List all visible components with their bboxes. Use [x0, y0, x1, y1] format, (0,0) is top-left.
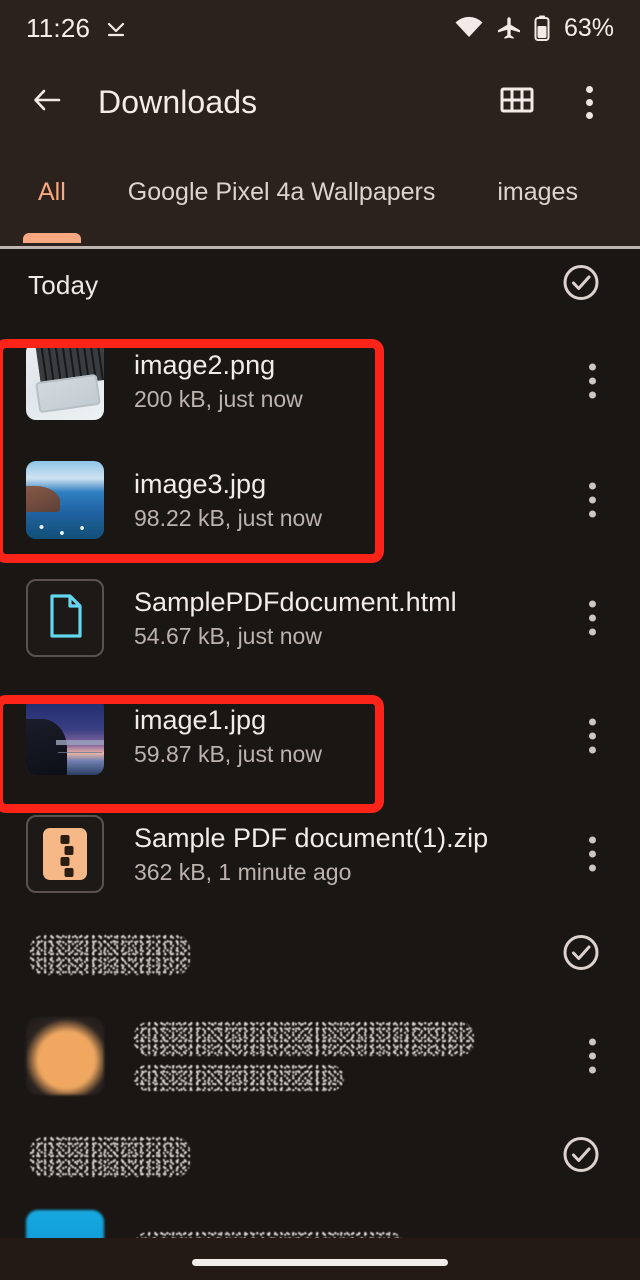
file-meta: Sample PDF document(1).zip 362 kB, 1 min…: [134, 823, 488, 885]
file-details: 59.87 kB, just now: [134, 740, 322, 767]
row-overflow-menu-icon[interactable]: [589, 363, 596, 399]
file-details: 362 kB, 1 minute ago: [134, 858, 352, 885]
row-overflow-menu-icon[interactable]: [589, 1038, 596, 1074]
select-all-check-icon[interactable]: [560, 1134, 602, 1181]
grid-view-button[interactable]: [494, 79, 540, 125]
file-details: 200 kB, just now: [134, 385, 303, 412]
file-name: image1.jpg: [134, 704, 267, 735]
tab-images-label: images: [497, 178, 578, 206]
obscured-file-thumbnail: [26, 1017, 104, 1095]
table-row[interactable]: image2.png 200 kB, just now: [0, 321, 640, 441]
obscured-file-details: [134, 1064, 344, 1091]
row-overflow-menu-icon[interactable]: [589, 482, 596, 518]
phone-screen: 11:26 63% Downloads All Google Pixel 4a …: [0, 0, 640, 1280]
table-row[interactable]: Sample PDF document(1).zip 362 kB, 1 min…: [0, 795, 640, 913]
section-title: Today: [28, 269, 99, 300]
section-header-obscured-1: [0, 913, 640, 997]
file-thumbnail-zip: [26, 815, 104, 893]
table-row[interactable]: SamplePDFdocument.html 54.67 kB, just no…: [0, 559, 640, 677]
tab-google-pixel-4a-wallpapers[interactable]: Google Pixel 4a Wallpapers: [128, 172, 436, 207]
download-check-icon: [104, 16, 128, 40]
tab-all[interactable]: All: [22, 172, 81, 243]
file-details: 98.22 kB, just now: [134, 504, 322, 531]
battery-icon: [534, 15, 550, 41]
table-row[interactable]: image1.jpg 59.87 kB, just now: [0, 677, 640, 795]
file-thumbnail-image2: [26, 342, 104, 420]
file-meta: SamplePDFdocument.html 54.67 kB, just no…: [134, 587, 457, 649]
file-meta: image2.png 200 kB, just now: [134, 350, 303, 412]
back-button[interactable]: [22, 77, 72, 127]
tab-all-label: All: [38, 178, 66, 206]
app-bar: Downloads: [0, 58, 640, 146]
battery-percent-label: 63%: [563, 13, 614, 42]
obscured-section-title-2: [30, 1137, 190, 1177]
file-details: 54.67 kB, just now: [134, 622, 322, 649]
grid-view-icon: [500, 85, 534, 120]
obscured-file-meta: [134, 1021, 474, 1091]
overflow-menu-button[interactable]: [566, 79, 612, 125]
top-chrome: 11:26 63% Downloads All Google Pixel 4a …: [0, 0, 640, 249]
status-bar-left: 11:26: [26, 13, 128, 44]
select-all-check-icon[interactable]: [560, 932, 602, 979]
row-overflow-menu-icon[interactable]: [589, 836, 596, 872]
navigation-bar: [0, 1238, 640, 1280]
file-name: Sample PDF document(1).zip: [134, 822, 489, 853]
file-meta: image3.jpg 98.22 kB, just now: [134, 469, 322, 531]
file-name: image3.jpg: [134, 468, 267, 499]
file-name: image2.png: [134, 349, 276, 380]
status-bar-clock: 11:26: [26, 12, 91, 43]
page-title: Downloads: [98, 83, 258, 120]
select-all-check-icon[interactable]: [560, 262, 602, 309]
tab-google-pixel-4a-wallpapers-label: Google Pixel 4a Wallpapers: [127, 178, 436, 206]
obscured-section-title: [30, 935, 190, 975]
status-bar: 11:26 63%: [0, 0, 640, 56]
wifi-icon: [454, 16, 484, 40]
back-arrow-icon: [29, 82, 65, 123]
more-vertical-icon: [585, 85, 593, 119]
folder-tabs[interactable]: All Google Pixel 4a Wallpapers images Sa…: [0, 172, 640, 248]
file-name: SamplePDFdocument.html: [134, 586, 457, 617]
file-thumbnail-image1: [26, 697, 104, 775]
tab-images[interactable]: images: [497, 172, 578, 207]
table-row-obscured-1[interactable]: [0, 997, 640, 1115]
row-overflow-menu-icon[interactable]: [589, 718, 596, 754]
section-header-obscured-2: [0, 1115, 640, 1199]
table-row[interactable]: image3.jpg 98.22 kB, just now: [0, 441, 640, 559]
tab-active-indicator: [22, 233, 81, 243]
app-bar-actions: [494, 79, 618, 125]
section-header-today: Today: [0, 249, 640, 321]
downloads-list[interactable]: Today image2.png 200 kB, just now image3…: [0, 249, 640, 1280]
airplane-mode-icon: [496, 16, 522, 40]
status-bar-right: 63%: [454, 14, 614, 43]
document-icon: [45, 593, 85, 644]
row-overflow-menu-icon[interactable]: [589, 600, 596, 636]
obscured-file-name: [134, 1021, 474, 1056]
file-meta: image1.jpg 59.87 kB, just now: [134, 705, 322, 767]
file-thumbnail-html: [26, 579, 104, 657]
file-thumbnail-image3: [26, 461, 104, 539]
zip-archive-icon: [43, 828, 87, 880]
gesture-handle[interactable]: [192, 1259, 448, 1266]
